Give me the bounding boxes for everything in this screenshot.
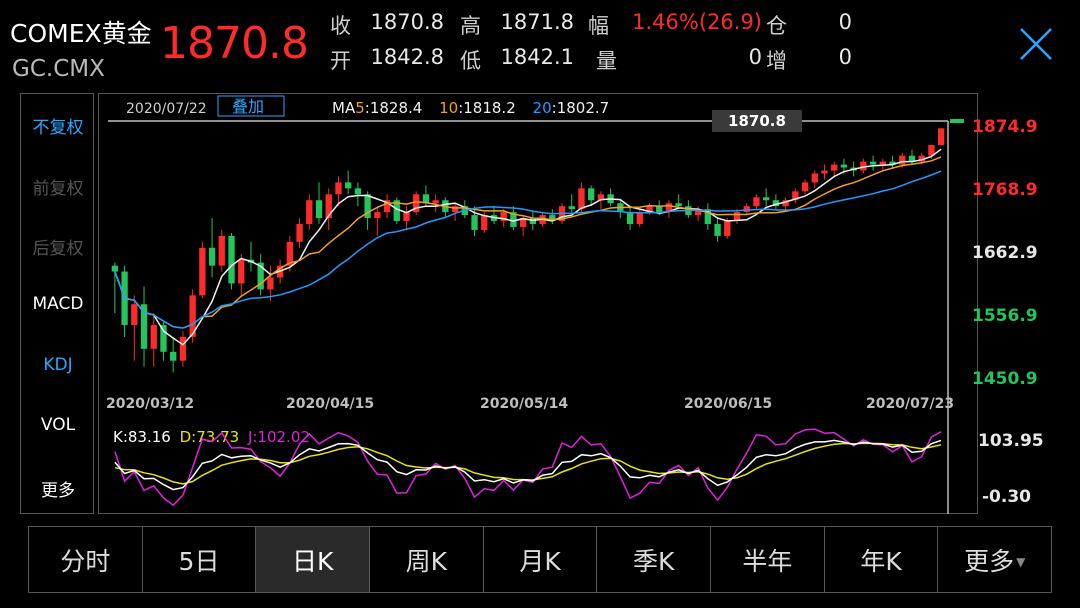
candle-body	[714, 224, 721, 236]
date-tick-label: 2020/05/14	[480, 396, 568, 412]
candle-body	[374, 212, 381, 219]
tab-label: 月K	[519, 546, 561, 576]
candle-body	[111, 265, 119, 272]
candle-body	[724, 221, 731, 236]
candle-body	[831, 164, 838, 171]
candle-body	[937, 128, 945, 145]
candle-body	[743, 206, 750, 213]
candle-body	[208, 247, 216, 266]
tab-label: 分时	[60, 546, 111, 576]
candle-body	[296, 224, 303, 242]
tab-half-year[interactable]: 半年	[711, 527, 825, 592]
candle-body	[354, 188, 362, 195]
tab-intraday[interactable]: 分时	[29, 527, 143, 592]
candle-body	[568, 206, 575, 210]
tab-label: 年K	[860, 546, 902, 576]
candle-body	[753, 197, 760, 207]
ma20-value: 1802.7	[557, 99, 610, 117]
candle-body	[869, 161, 877, 165]
date-tick-label: 2020/06/15	[684, 396, 772, 412]
candle-body	[675, 203, 682, 207]
candle-body	[150, 325, 157, 349]
candle-body	[801, 182, 809, 192]
candle-body	[481, 215, 488, 230]
price-tick-label: 1450.9	[972, 369, 1038, 389]
date-tick-label: 2020/03/12	[106, 396, 194, 412]
period-tabs: 分时 5日 日K 周K 月K 季K 半年 年K 更多 ▼	[28, 526, 1052, 593]
current-price-tag-label: 1870.8	[728, 112, 786, 130]
candle-body	[160, 325, 167, 352]
candle-body	[636, 212, 643, 225]
tab-label: 日K	[291, 546, 334, 576]
tab-label: 半年	[742, 546, 793, 576]
tab-more[interactable]: 更多 ▼	[938, 527, 1051, 592]
candle-body	[315, 200, 323, 219]
candle-body	[821, 170, 828, 174]
tab-yearly-k[interactable]: 年K	[825, 527, 939, 592]
candle-body	[763, 197, 770, 201]
candle-body	[626, 212, 634, 225]
price-tick-label: 1874.9	[972, 117, 1038, 137]
tab-monthly-k[interactable]: 月K	[484, 527, 598, 592]
tab-label: 周K	[405, 546, 448, 576]
candle-body	[140, 304, 148, 349]
ma20-line	[114, 170, 942, 329]
crosshair-date: 2020/07/22	[126, 101, 207, 117]
candle-body	[432, 200, 439, 204]
candle-body	[306, 200, 313, 225]
kline-chart[interactable]: 2020/07/22 叠加 MA5:1828.4 10:1818.2 20:18…	[0, 0, 1080, 520]
candle-body	[267, 277, 274, 290]
price-marker	[950, 119, 964, 123]
tab-weekly-k[interactable]: 周K	[370, 527, 484, 592]
candle-body	[879, 161, 886, 165]
candle-body	[345, 182, 352, 189]
tab-quarterly-k[interactable]: 季K	[597, 527, 712, 592]
kdj-d-line	[114, 442, 942, 485]
candle-body	[899, 155, 906, 165]
kdj-k-label: K:83.16	[113, 428, 171, 446]
candle-body	[228, 235, 235, 284]
price-tick-label: 1768.9	[972, 180, 1038, 200]
tab-label: 季K	[632, 546, 675, 576]
candle-body	[588, 188, 595, 201]
kdj-legend: K:83.16 D:73.73 J:102.02	[113, 428, 310, 446]
tab-label: 更多	[964, 546, 1015, 576]
ma20-label: 20	[533, 99, 552, 117]
date-tick-label: 2020/07/23	[866, 396, 954, 412]
price-tick-label: 1556.9	[972, 306, 1038, 326]
date-axis: 2020/03/12 2020/04/15 2020/05/14 2020/06/15…	[106, 396, 954, 412]
candle-body	[471, 215, 478, 230]
candle-body	[656, 206, 663, 213]
kdj-axis-top: 103.95	[978, 431, 1044, 451]
ma-legend: MA5:1828.4 10:1818.2 20:1802.7	[332, 99, 609, 117]
candle-body	[131, 304, 138, 326]
chevron-down-icon: ▼	[1016, 554, 1026, 569]
tab-label: 5日	[178, 546, 220, 576]
candle-body	[840, 164, 848, 168]
candle-body	[179, 336, 187, 361]
kdj-d-label: D:73.73	[180, 428, 240, 446]
overlay-button-label: 叠加	[232, 97, 264, 116]
candle-body	[170, 351, 177, 361]
candle-body	[811, 173, 818, 183]
kdj-axis-bottom: -0.30	[982, 487, 1031, 507]
ma10-value: 1818.2	[463, 99, 516, 117]
candle-body	[218, 235, 225, 266]
price-axis: 1874.9 1768.9 1662.9 1556.9 1450.9	[972, 117, 1038, 389]
tab-daily-k[interactable]: 日K	[256, 527, 371, 592]
tab-5day[interactable]: 5日	[143, 527, 257, 592]
ma5-value: 1828.4	[370, 99, 423, 117]
candle-body	[578, 188, 585, 210]
candle-body	[335, 182, 342, 195]
candle-body	[199, 247, 206, 296]
ma10-label: 10	[439, 99, 458, 117]
price-tick-label: 1662.9	[972, 243, 1038, 263]
candle-body	[238, 259, 245, 284]
candlesticks	[111, 127, 945, 373]
date-tick-label: 2020/04/15	[286, 396, 374, 412]
